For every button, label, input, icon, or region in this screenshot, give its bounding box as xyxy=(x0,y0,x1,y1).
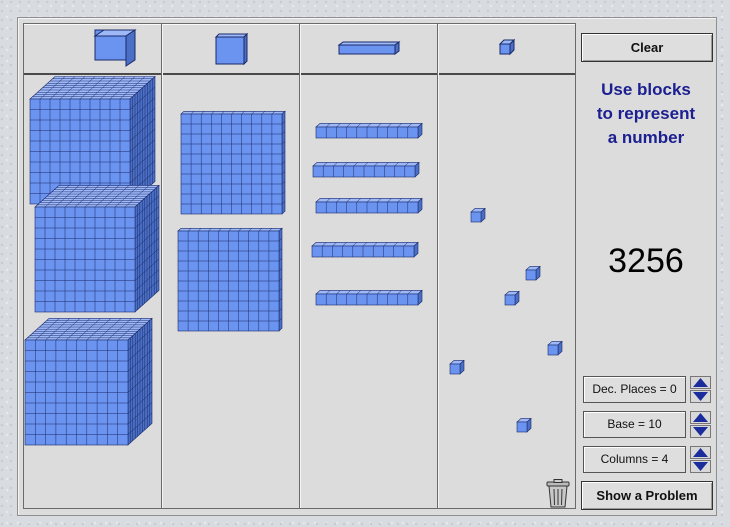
tens-block[interactable] xyxy=(315,122,423,139)
base-setting: Base = 10 xyxy=(583,411,686,438)
thousands-cube-icon[interactable] xyxy=(24,24,161,72)
decimal-places-up-button[interactable] xyxy=(690,376,711,389)
clear-button[interactable]: Clear xyxy=(581,33,713,62)
arrow-up-icon xyxy=(693,448,708,457)
hundreds-flat-icon[interactable] xyxy=(162,24,299,72)
ones-block[interactable] xyxy=(516,417,532,433)
arrow-down-icon xyxy=(693,427,708,436)
decimal-places-down-button[interactable] xyxy=(690,390,711,403)
columns-down-button[interactable] xyxy=(690,460,711,473)
palette-thousands[interactable] xyxy=(24,24,161,72)
ones-unit-icon[interactable] xyxy=(438,24,576,72)
base-down-button[interactable] xyxy=(690,425,711,438)
ones-block[interactable] xyxy=(449,359,465,375)
tens-block[interactable] xyxy=(311,241,419,258)
ones-block[interactable] xyxy=(525,265,541,281)
show-problem-button[interactable]: Show a Problem xyxy=(581,481,713,510)
instruction-line-2: to represent xyxy=(596,104,696,123)
instruction-line-3: a number xyxy=(607,128,685,147)
ones-block[interactable] xyxy=(470,207,486,223)
thousands-block[interactable] xyxy=(24,317,153,446)
palette-tens[interactable] xyxy=(300,24,437,72)
target-number: 3256 xyxy=(608,242,684,280)
tens-block[interactable] xyxy=(315,289,423,306)
thousands-block[interactable] xyxy=(34,184,160,313)
trash-can-icon[interactable] xyxy=(544,479,574,514)
columns-setting: Columns = 4 xyxy=(583,446,686,473)
palette-hundreds[interactable] xyxy=(162,24,299,72)
arrow-up-icon xyxy=(693,378,708,387)
tens-rod-icon[interactable] xyxy=(300,24,437,72)
instruction-line-1: Use blocks xyxy=(601,80,691,99)
palette-ones[interactable] xyxy=(438,24,576,72)
arrow-up-icon xyxy=(693,413,708,422)
tens-block[interactable] xyxy=(315,197,423,214)
decimal-places-setting: Dec. Places = 0 xyxy=(583,376,686,403)
columns-up-button[interactable] xyxy=(690,446,711,459)
arrow-down-icon xyxy=(693,462,708,471)
ones-block[interactable] xyxy=(547,340,563,356)
ones-column[interactable] xyxy=(438,74,576,508)
instruction-text: Use blocks to represent a number xyxy=(580,78,712,150)
base-up-button[interactable] xyxy=(690,411,711,424)
tens-block[interactable] xyxy=(312,161,420,178)
hundreds-block[interactable] xyxy=(177,227,283,332)
ones-block[interactable] xyxy=(504,290,520,306)
thousands-block[interactable] xyxy=(29,75,156,205)
arrow-down-icon xyxy=(693,392,708,401)
hundreds-block[interactable] xyxy=(180,110,286,215)
